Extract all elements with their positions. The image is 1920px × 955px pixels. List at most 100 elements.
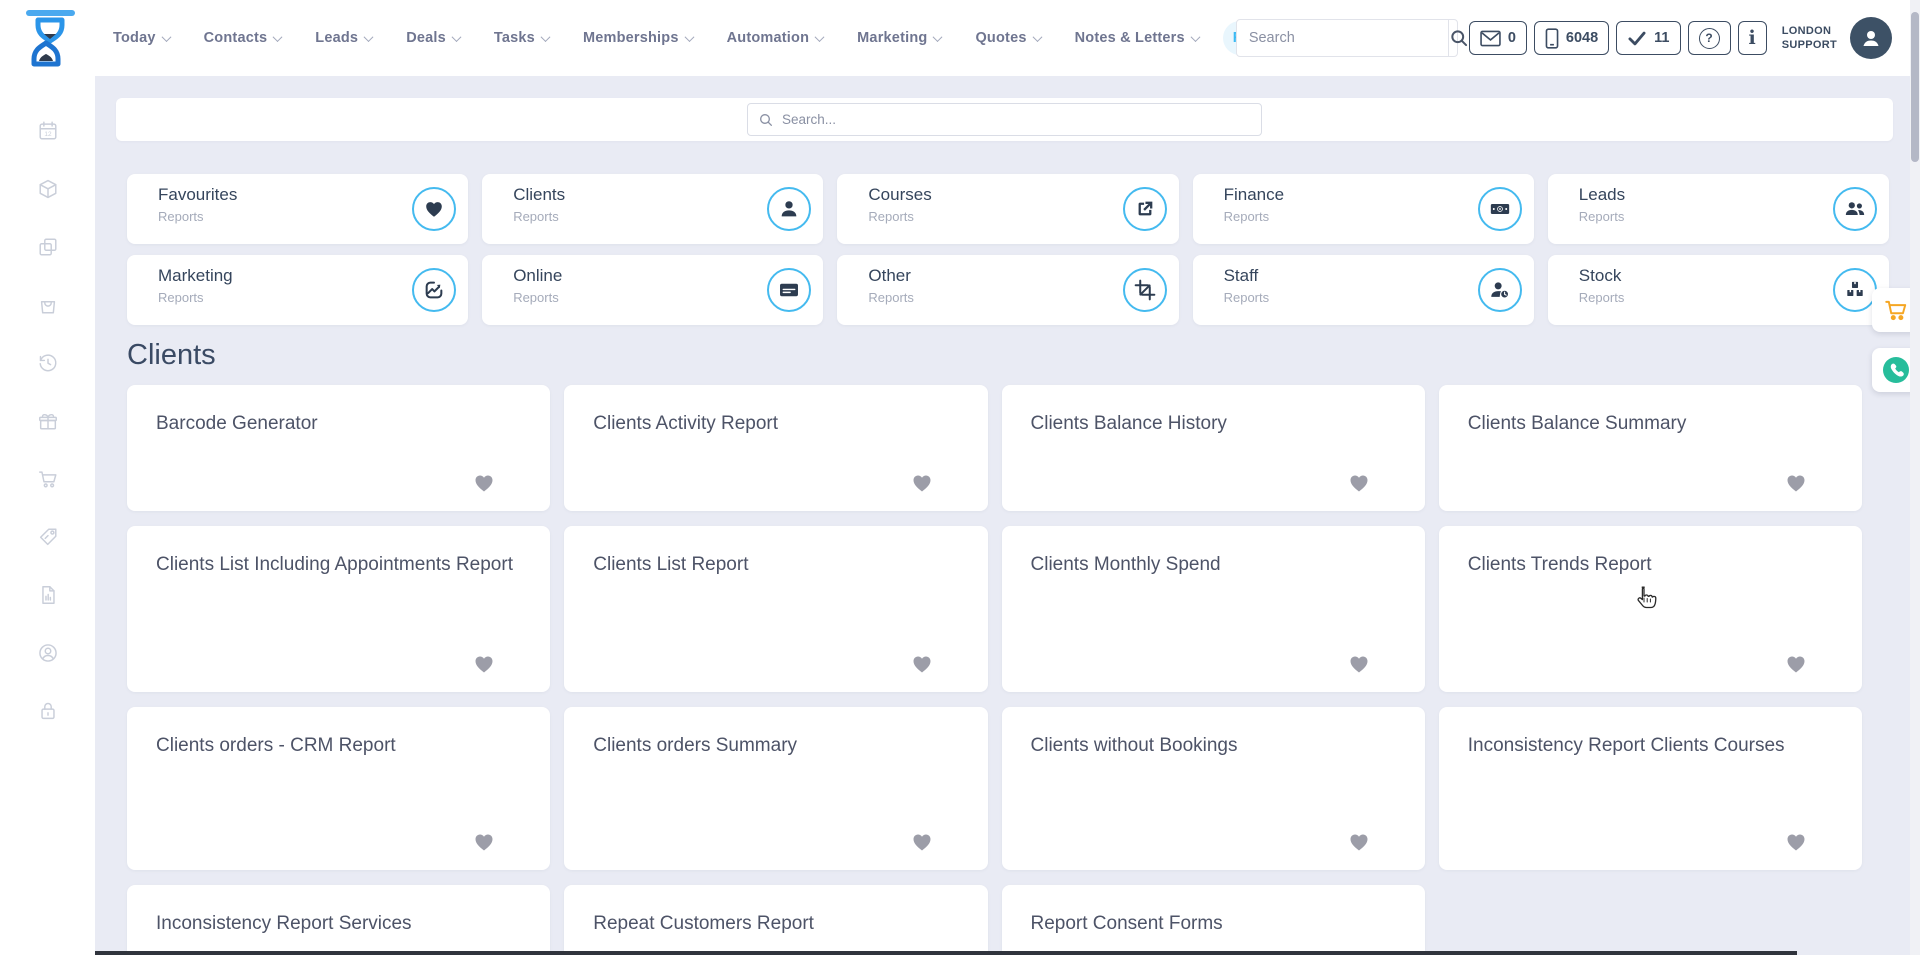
category-card-online[interactable]: Online Reports <box>482 255 823 325</box>
favourite-heart-icon[interactable] <box>910 652 934 676</box>
sidebar-calendar-icon[interactable]: 12 <box>37 120 59 142</box>
report-card[interactable]: Clients orders - CRM Report <box>127 707 550 870</box>
report-card[interactable]: Clients without Bookings <box>1002 707 1425 870</box>
sidebar-copy-icon[interactable] <box>37 236 59 258</box>
sidebar-cart-icon[interactable] <box>37 468 59 490</box>
report-card[interactable]: Barcode Generator <box>127 385 550 511</box>
report-title: Clients Balance Summary <box>1468 411 1828 438</box>
sidebar-package-icon[interactable] <box>37 178 59 200</box>
favourite-heart-icon[interactable] <box>1347 652 1371 676</box>
report-card[interactable]: Inconsistency Report Clients Courses <box>1439 707 1862 870</box>
nav-item-tasks[interactable]: Tasks <box>484 21 559 55</box>
user-avatar[interactable] <box>1850 17 1892 59</box>
nav-item-today[interactable]: Today <box>103 21 180 55</box>
brand-logo-hourglass[interactable] <box>22 7 78 71</box>
global-search-input[interactable] <box>1237 30 1448 46</box>
report-title: Barcode Generator <box>156 411 516 438</box>
report-card[interactable]: Clients Balance Summary <box>1439 385 1862 511</box>
favourite-heart-icon[interactable] <box>910 830 934 854</box>
top-bar: Today Contacts Leads Deals Tasks Members… <box>0 0 1920 76</box>
nav-item-marketing[interactable]: Marketing <box>847 21 951 55</box>
scrollbar-track[interactable] <box>1910 0 1920 955</box>
main-content: Favourites Reports Clients Reports Cours… <box>95 76 1920 955</box>
tasks-counter-button[interactable]: 11 <box>1616 21 1680 55</box>
search-button[interactable] <box>1448 19 1469 57</box>
report-card[interactable]: Clients List Including Appointments Repo… <box>127 526 550 692</box>
sidebar-account-icon[interactable] <box>37 642 59 664</box>
nav-item-memberships[interactable]: Memberships <box>573 21 703 55</box>
nav-item-notes-letters[interactable]: Notes & Letters <box>1065 21 1209 55</box>
report-card[interactable]: Clients orders Summary <box>564 707 987 870</box>
category-card-favourites[interactable]: Favourites Reports <box>127 174 468 244</box>
sidebar-report-document-icon[interactable] <box>37 584 59 606</box>
report-title: Inconsistency Report Services <box>156 911 516 938</box>
favourite-heart-icon[interactable] <box>1347 471 1371 495</box>
report-card[interactable]: Clients List Report <box>564 526 987 692</box>
person-clock-icon <box>1478 268 1522 312</box>
report-card[interactable]: Clients Activity Report <box>564 385 987 511</box>
nav-item-quotes[interactable]: Quotes <box>965 21 1050 55</box>
nav-item-deals[interactable]: Deals <box>396 21 470 55</box>
favourite-heart-icon[interactable] <box>910 471 934 495</box>
favourite-heart-icon[interactable] <box>1784 471 1808 495</box>
sidebar-shopping-bag-icon[interactable] <box>37 294 59 316</box>
sidebar-lock-icon[interactable] <box>37 700 59 722</box>
category-card-other[interactable]: Other Reports <box>837 255 1178 325</box>
scrollbar-thumb[interactable] <box>1911 12 1919 162</box>
report-title: Clients without Bookings <box>1031 733 1391 760</box>
nav-item-contacts[interactable]: Contacts <box>194 21 292 55</box>
nav-item-automation[interactable]: Automation <box>717 21 834 55</box>
info-button[interactable]: i <box>1738 21 1767 55</box>
category-card-leads[interactable]: Leads Reports <box>1548 174 1889 244</box>
favourite-heart-icon[interactable] <box>472 652 496 676</box>
category-card-staff[interactable]: Staff Reports <box>1193 255 1534 325</box>
search-icon <box>758 112 774 128</box>
favourite-heart-icon[interactable] <box>1784 830 1808 854</box>
topbar-right-cluster: 0 6048 11 ? i LONDON SUPPORT <box>1236 0 1892 76</box>
bottom-edge-strip <box>95 951 1797 955</box>
nav-item-leads[interactable]: Leads <box>305 21 382 55</box>
chart-trend-icon <box>412 268 456 312</box>
reports-search-input[interactable] <box>782 112 1251 127</box>
report-card-clients-trends[interactable]: Clients Trends Report <box>1439 526 1862 692</box>
nav-label: Quotes <box>975 30 1026 46</box>
reports-search <box>747 103 1262 136</box>
sidebar-history-icon[interactable] <box>37 352 59 374</box>
category-card-stock[interactable]: Stock Reports <box>1548 255 1889 325</box>
chevron-down-icon <box>364 32 374 42</box>
help-button[interactable]: ? <box>1688 21 1731 55</box>
report-title: Clients Activity Report <box>593 411 953 438</box>
category-card-finance[interactable]: Finance Reports <box>1193 174 1534 244</box>
category-card-clients[interactable]: Clients Reports <box>482 174 823 244</box>
boxes-icon <box>1833 268 1877 312</box>
sidebar-gift-icon[interactable] <box>37 410 59 432</box>
task-count: 11 <box>1654 30 1669 46</box>
mail-counter-button[interactable]: 0 <box>1469 21 1527 55</box>
people-icon <box>1833 187 1877 231</box>
phone-count: 6048 <box>1566 30 1598 46</box>
report-card[interactable]: Clients Monthly Spend <box>1002 526 1425 692</box>
chevron-down-icon <box>684 32 694 42</box>
mail-count: 0 <box>1508 30 1516 46</box>
nav-label: Notes & Letters <box>1075 30 1185 46</box>
heart-icon <box>412 187 456 231</box>
favourite-heart-icon[interactable] <box>1784 652 1808 676</box>
category-card-courses[interactable]: Courses Reports <box>837 174 1178 244</box>
report-title: Clients Trends Report <box>1468 552 1828 579</box>
report-title: Clients orders Summary <box>593 733 953 760</box>
report-card[interactable]: Report Consent Forms <box>1002 885 1425 955</box>
favourite-heart-icon[interactable] <box>472 830 496 854</box>
sidebar-price-tag-icon[interactable] <box>37 526 59 548</box>
phone-counter-button[interactable]: 6048 <box>1534 21 1609 55</box>
category-card-marketing[interactable]: Marketing Reports <box>127 255 468 325</box>
favourite-heart-icon[interactable] <box>472 471 496 495</box>
category-grid: Favourites Reports Clients Reports Cours… <box>127 174 1889 325</box>
report-card[interactable]: Inconsistency Report Services <box>127 885 550 955</box>
report-title: Clients List Including Appointments Repo… <box>156 552 516 579</box>
report-card[interactable]: Repeat Customers Report <box>564 885 987 955</box>
chevron-down-icon <box>273 32 283 42</box>
whatsapp-icon <box>1881 355 1911 385</box>
report-card[interactable]: Clients Balance History <box>1002 385 1425 511</box>
favourite-heart-icon[interactable] <box>1347 830 1371 854</box>
chevron-down-icon <box>1032 32 1042 42</box>
